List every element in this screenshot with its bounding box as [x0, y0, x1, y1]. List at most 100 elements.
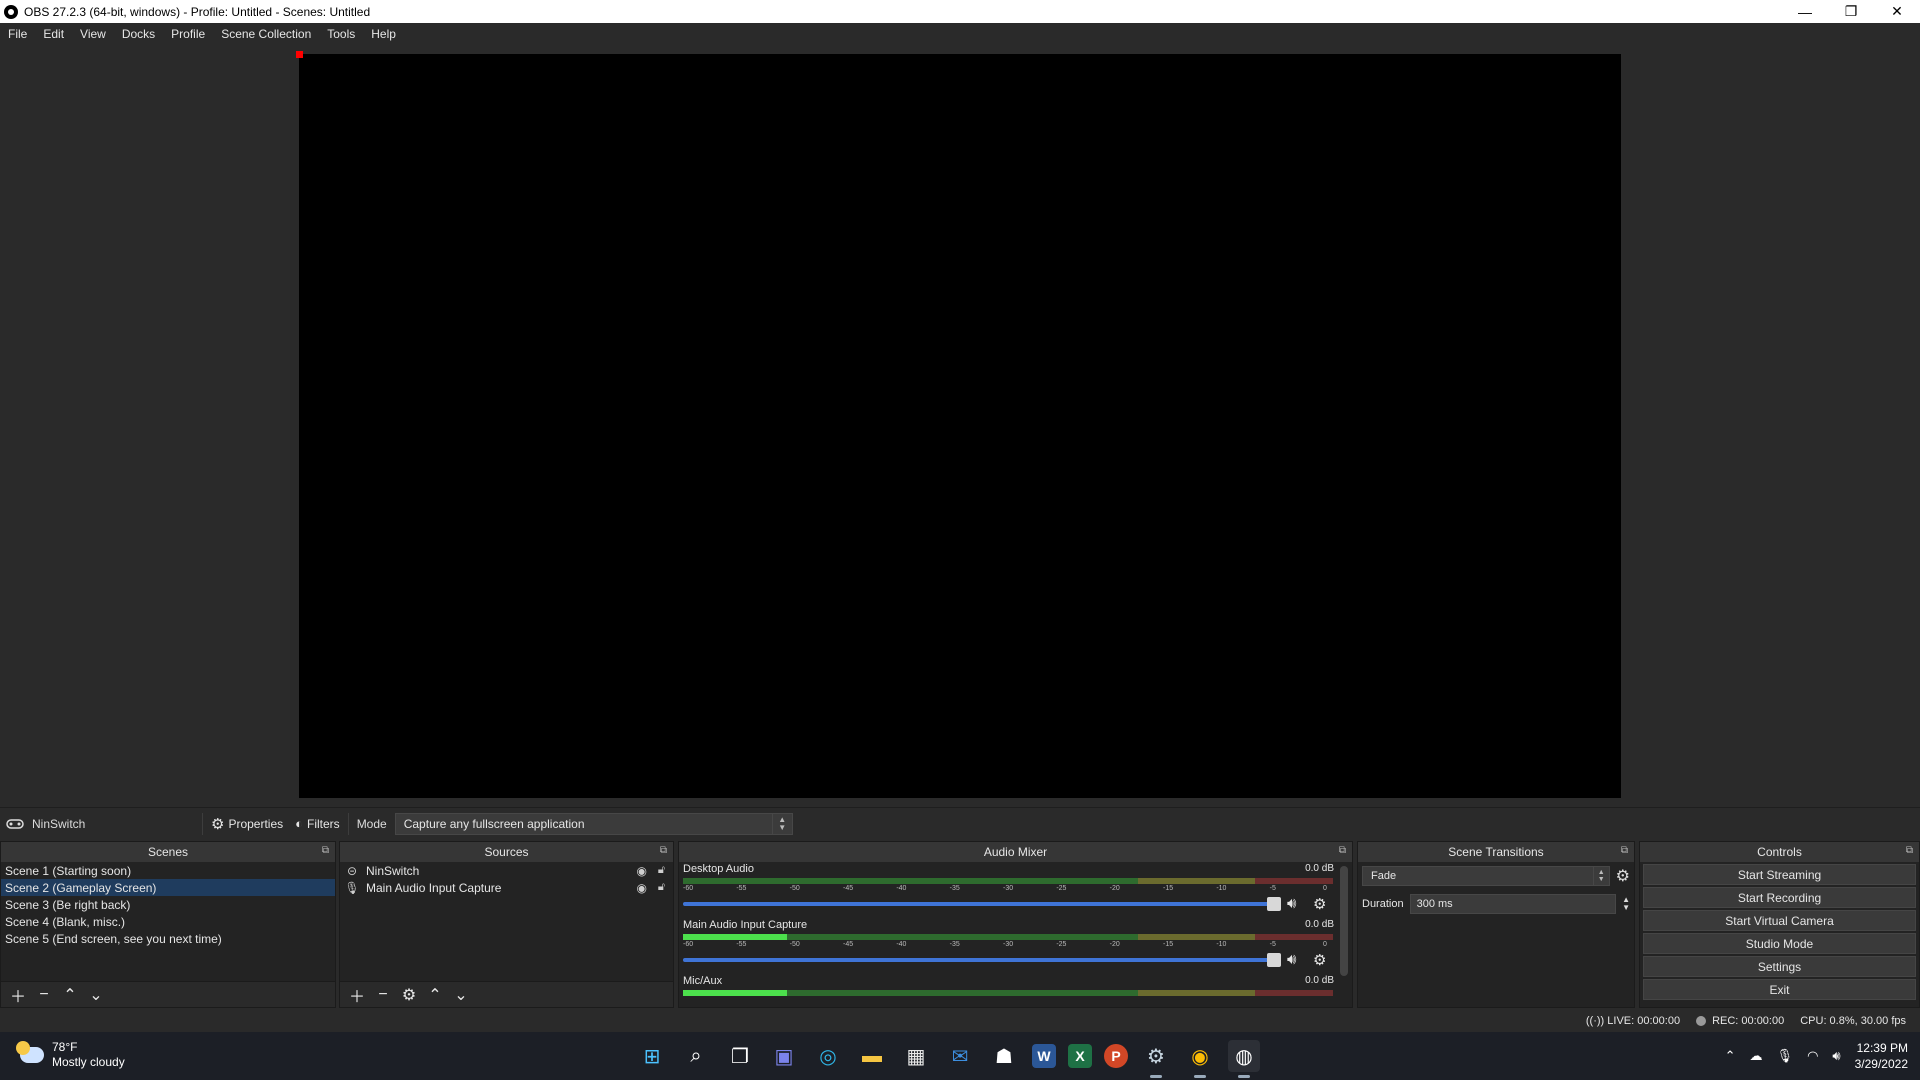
- toolbar-separator: [347, 812, 349, 835]
- close-button[interactable]: ✕: [1874, 0, 1920, 23]
- windows-start-icon[interactable]: ⊞: [636, 1040, 668, 1072]
- excel-icon[interactable]: X: [1068, 1044, 1092, 1068]
- speaker-icon[interactable]: 🔊︎: [1832, 1048, 1840, 1064]
- duration-input[interactable]: 300 ms: [1409, 894, 1617, 914]
- source-bounds-handle[interactable]: [296, 51, 303, 58]
- microphone-icon[interactable]: 🎙︎: [1777, 1048, 1794, 1064]
- source-name: NinSwitch: [366, 863, 420, 878]
- weather-widget[interactable]: 78°F Mostly cloudy: [16, 1040, 125, 1070]
- transition-type-row: Fade ▲ ▼ ⚙: [1358, 862, 1634, 890]
- meter-tick-label: -30: [1003, 885, 1014, 892]
- volume-slider[interactable]: [683, 897, 1281, 911]
- gear-icon[interactable]: ⚙: [1313, 895, 1326, 913]
- add-source-button[interactable]: ＋: [346, 984, 368, 1006]
- studio-mode-button[interactable]: Studio Mode: [1643, 933, 1916, 954]
- edge-browser-icon[interactable]: ◎: [812, 1040, 844, 1072]
- mode-select[interactable]: Capture any fullscreen application ▲ ▼: [394, 812, 793, 835]
- meter-tick-label: -45: [843, 885, 854, 892]
- speaker-icon[interactable]: 🔊︎: [1287, 895, 1296, 912]
- undock-icon[interactable]: ⧉: [322, 845, 329, 856]
- wifi-icon[interactable]: ◠: [1807, 1048, 1818, 1064]
- slider-handle[interactable]: [1267, 953, 1281, 967]
- visibility-eye-icon[interactable]: ◉: [637, 864, 647, 878]
- source-item[interactable]: ⊝ NinSwitch ◉ 🔓︎: [340, 862, 673, 879]
- gear-icon[interactable]: ⚙: [1616, 866, 1630, 886]
- filters-button[interactable]: ◐ Filters: [289, 816, 346, 831]
- move-scene-up-button[interactable]: ⌃: [59, 984, 81, 1006]
- source-item[interactable]: 🎙︎ Main Audio Input Capture ◉ 🔓︎: [340, 879, 673, 896]
- menu-profile[interactable]: Profile: [163, 27, 213, 41]
- minimize-button[interactable]: —: [1782, 0, 1828, 23]
- settings-button[interactable]: Settings: [1643, 956, 1916, 977]
- source-name: Main Audio Input Capture: [366, 880, 502, 895]
- scene-item[interactable]: Scene 4 (Blank, misc.): [1, 913, 335, 930]
- meter-tick-label: -5: [1269, 941, 1276, 948]
- speaker-icon[interactable]: 🔊︎: [1287, 951, 1296, 968]
- teams-chat-icon[interactable]: ▣: [768, 1040, 800, 1072]
- exit-button[interactable]: Exit: [1643, 979, 1916, 1000]
- onedrive-cloud-icon[interactable]: ☁: [1750, 1048, 1763, 1064]
- scene-item[interactable]: Scene 1 (Starting soon): [1, 862, 335, 879]
- visibility-eye-icon[interactable]: ◉: [637, 881, 647, 895]
- sources-list: ⊝ NinSwitch ◉ 🔓︎ 🎙︎ Main Audio Input Cap…: [340, 862, 673, 896]
- scenes-footer: ＋ − ⌃ ⌄: [1, 981, 335, 1007]
- remove-scene-button[interactable]: −: [33, 984, 55, 1006]
- fader-row: 🔊︎ ⚙: [683, 950, 1352, 970]
- show-hidden-icons-icon[interactable]: ⌃: [1725, 1048, 1736, 1064]
- channel-name: Main Audio Input Capture: [683, 919, 808, 931]
- mixer-scrollbar[interactable]: [1340, 866, 1348, 976]
- start-streaming-button[interactable]: Start Streaming: [1643, 864, 1916, 885]
- undock-icon[interactable]: ⧉: [1621, 845, 1628, 856]
- undock-icon[interactable]: ⧉: [1339, 845, 1346, 856]
- add-scene-button[interactable]: ＋: [7, 984, 29, 1006]
- meter-tick-label: -55: [736, 941, 747, 948]
- scene-item-selected[interactable]: Scene 2 (Gameplay Screen): [1, 879, 335, 896]
- transition-select[interactable]: Fade ▲ ▼: [1362, 866, 1610, 886]
- obs-app-icon[interactable]: ◍: [1228, 1040, 1260, 1078]
- remove-source-button[interactable]: −: [372, 984, 394, 1006]
- word-icon[interactable]: W: [1032, 1044, 1056, 1068]
- slider-handle[interactable]: [1267, 897, 1281, 911]
- properties-button[interactable]: ⚙ Properties: [205, 815, 289, 833]
- undock-icon[interactable]: ⧉: [660, 845, 667, 856]
- task-view-icon[interactable]: ❐: [724, 1040, 756, 1072]
- volume-slider[interactable]: [683, 953, 1281, 967]
- spin-arrows-icon[interactable]: ▲ ▼: [1622, 896, 1630, 912]
- move-source-up-button[interactable]: ⌃: [424, 984, 446, 1006]
- start-virtual-camera-button[interactable]: Start Virtual Camera: [1643, 910, 1916, 931]
- restore-button[interactable]: ❐: [1828, 0, 1874, 23]
- clock-date: 3/29/2022: [1854, 1057, 1908, 1071]
- lock-icon[interactable]: 🔓︎: [658, 864, 665, 877]
- preview-canvas[interactable]: [296, 51, 1621, 798]
- mode-label: Mode: [356, 816, 387, 831]
- search-icon[interactable]: ⌕: [680, 1040, 712, 1072]
- clock[interactable]: 12:39 PM 3/29/2022: [1855, 1040, 1908, 1072]
- steam-icon[interactable]: ⚙: [1140, 1040, 1172, 1078]
- move-scene-down-button[interactable]: ⌄: [85, 984, 107, 1006]
- microsoft-store-icon[interactable]: ▦: [900, 1040, 932, 1072]
- status-bar: ((·)) LIVE: 00:00:00 REC: 00:00:00 CPU: …: [0, 1010, 1920, 1032]
- source-properties-button[interactable]: ⚙: [398, 984, 420, 1006]
- menu-file[interactable]: File: [0, 27, 35, 41]
- chrome-icon[interactable]: ◉: [1184, 1040, 1216, 1078]
- gear-icon[interactable]: ⚙: [1313, 951, 1326, 969]
- alienware-icon[interactable]: ☗: [988, 1040, 1020, 1072]
- sources-dock: Sources ⧉ ⊝ NinSwitch ◉ 🔓︎ 🎙︎ Main Audio…: [339, 841, 674, 1008]
- lock-icon[interactable]: 🔓︎: [658, 881, 665, 894]
- channel-name: Mic/Aux: [683, 975, 723, 987]
- scene-item[interactable]: Scene 3 (Be right back): [1, 896, 335, 913]
- menu-edit[interactable]: Edit: [35, 27, 72, 41]
- undock-icon[interactable]: ⧉: [1906, 845, 1913, 856]
- file-explorer-icon[interactable]: ▬: [856, 1040, 888, 1072]
- menu-view[interactable]: View: [72, 27, 114, 41]
- meter-tick-label: 0: [1323, 885, 1327, 892]
- start-recording-button[interactable]: Start Recording: [1643, 887, 1916, 908]
- menu-help[interactable]: Help: [363, 27, 404, 41]
- powerpoint-icon[interactable]: P: [1104, 1044, 1128, 1068]
- mail-icon[interactable]: ✉: [944, 1040, 976, 1072]
- move-source-down-button[interactable]: ⌄: [450, 984, 472, 1006]
- scene-item[interactable]: Scene 5 (End screen, see you next time): [1, 930, 335, 947]
- menu-scene-collection[interactable]: Scene Collection: [213, 27, 319, 41]
- menu-docks[interactable]: Docks: [114, 27, 163, 41]
- menu-tools[interactable]: Tools: [319, 27, 363, 41]
